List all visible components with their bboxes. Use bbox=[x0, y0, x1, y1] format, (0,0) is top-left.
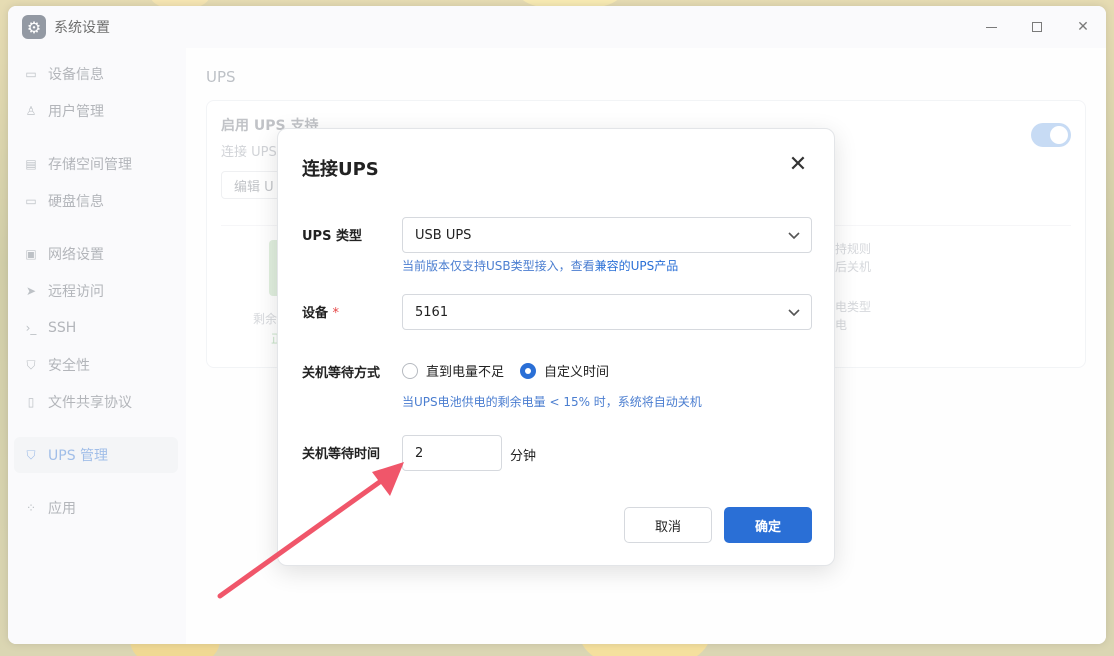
annotation-arrow bbox=[217, 462, 404, 599]
